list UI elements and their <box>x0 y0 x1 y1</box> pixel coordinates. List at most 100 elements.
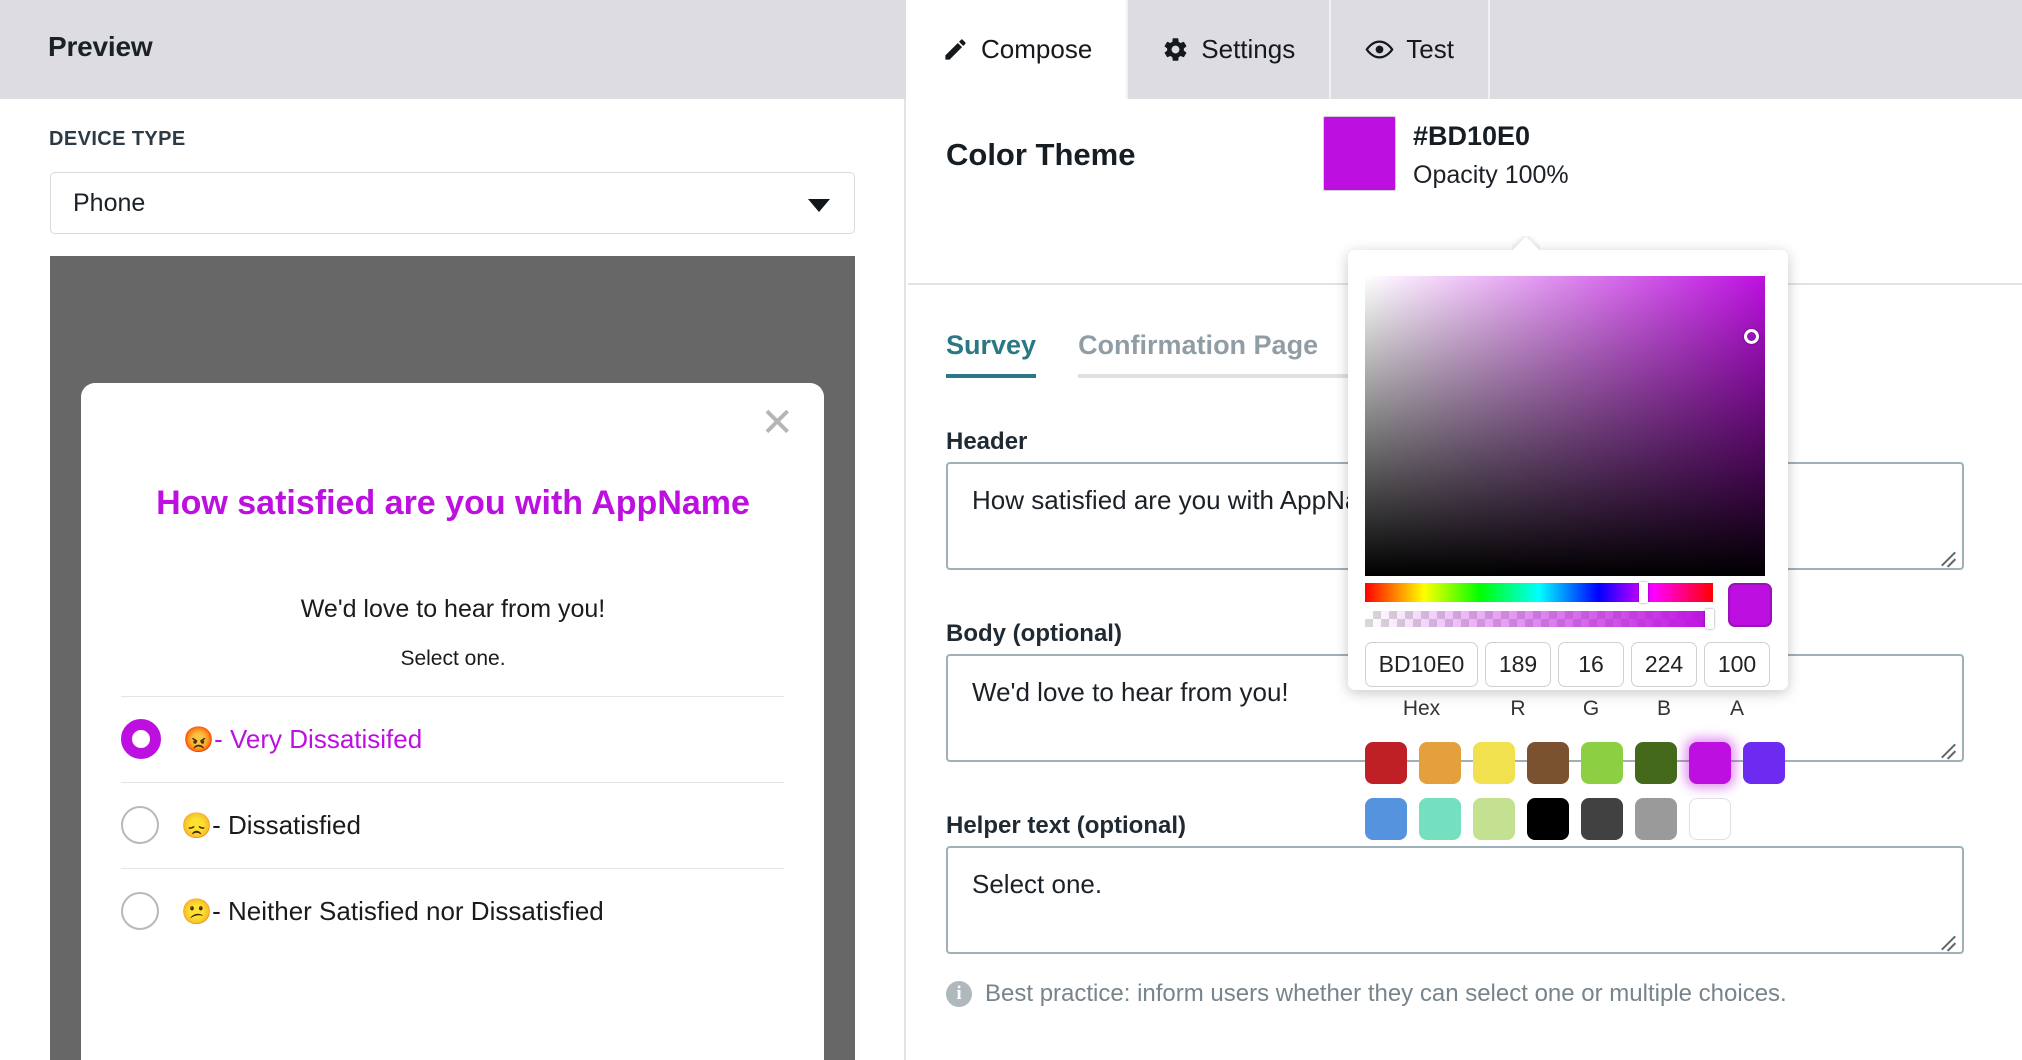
red-input[interactable]: 189 <box>1485 642 1551 687</box>
saturation-handle[interactable] <box>1744 329 1759 344</box>
red-input-caption: R <box>1510 697 1526 720</box>
palette-swatch-brown[interactable] <box>1527 742 1569 784</box>
angry-face-emoji: 😡 <box>183 725 215 754</box>
palette-swatch-white[interactable] <box>1689 798 1731 840</box>
alpha-slider[interactable] <box>1365 609 1714 629</box>
body-field-label: Body (optional) <box>946 620 1122 647</box>
hue-slider[interactable] <box>1365 582 1713 603</box>
palette-swatch-dark-green[interactable] <box>1635 742 1677 784</box>
palette-swatch-teal[interactable] <box>1419 798 1461 840</box>
device-type-label: DEVICE TYPE <box>49 128 186 150</box>
sad-face-emoji: 😞 <box>181 811 213 840</box>
survey-option-row[interactable]: 😡- Very Dissatisifed <box>121 696 784 782</box>
color-picker-popover: BD10E0 Hex 189 R 16 G 224 B 100 A <box>1348 250 1788 840</box>
survey-option-text: - Very Dissatisifed <box>214 723 423 754</box>
best-practice-note: i Best practice: inform users whether th… <box>946 980 1787 1008</box>
best-practice-note-text: Best practice: inform users whether they… <box>985 980 1787 1007</box>
tab-test[interactable]: Test <box>1331 0 1490 99</box>
chevron-down-icon <box>808 199 830 212</box>
alpha-input-caption: A <box>1729 697 1744 720</box>
resize-handle-icon[interactable] <box>1939 929 1959 952</box>
hue-slider-handle[interactable] <box>1639 582 1648 603</box>
resize-handle-icon[interactable] <box>1939 737 1959 760</box>
survey-option-label: 😕- Neither Satisfied nor Dissatisfied <box>181 896 604 927</box>
alpha-input[interactable]: 100 <box>1704 642 1770 687</box>
palette-swatch-red[interactable] <box>1365 742 1407 784</box>
blue-input-caption: B <box>1656 697 1671 720</box>
close-icon[interactable]: ✕ <box>760 403 794 443</box>
palette-swatch-pale-green[interactable] <box>1473 798 1515 840</box>
editor-tab-bar: Compose Settings Test <box>908 0 2022 99</box>
palette-swatch-black[interactable] <box>1527 798 1569 840</box>
device-type-value: Phone <box>73 189 146 217</box>
tab-compose[interactable]: Compose <box>908 0 1129 99</box>
helper-textarea-value: Select one. <box>972 869 1103 899</box>
palette-swatch-violet[interactable] <box>1743 742 1785 784</box>
preview-header-bar: Preview <box>0 0 906 99</box>
current-color-preview <box>1728 583 1772 627</box>
survey-option-row[interactable]: 😞- Dissatisfied <box>121 782 784 868</box>
confused-face-emoji: 😕 <box>181 897 213 926</box>
helper-text-field-label: Helper text (optional) <box>946 812 1187 839</box>
palette-swatch-light-green[interactable] <box>1581 742 1623 784</box>
tab-settings[interactable]: Settings <box>1128 0 1332 99</box>
palette-swatch-orange[interactable] <box>1419 742 1461 784</box>
radio-button[interactable] <box>121 806 159 844</box>
color-theme-title: Color Theme <box>946 137 1136 172</box>
popover-arrow <box>1512 236 1540 250</box>
red-input-group: 189 R <box>1485 642 1551 721</box>
palette-swatch-blue[interactable] <box>1365 798 1407 840</box>
radio-button-selected[interactable] <box>121 719 161 759</box>
tab-label: Compose <box>981 34 1093 64</box>
preview-pane: Preview DEVICE TYPE Phone ✕ How satisfie… <box>0 0 906 1060</box>
tab-label: Settings <box>1201 34 1296 64</box>
body-textarea-value: We'd love to hear from you! <box>972 677 1289 707</box>
blue-input[interactable]: 224 <box>1631 642 1697 687</box>
palette-swatch-gray[interactable] <box>1635 798 1677 840</box>
device-type-select[interactable]: Phone <box>50 172 855 234</box>
hex-input-caption: Hex <box>1402 697 1441 720</box>
eye-icon <box>1365 35 1394 64</box>
survey-card: ✕ How satisfied are you with AppName We'… <box>81 383 824 1060</box>
phone-preview-frame: ✕ How satisfied are you with AppName We'… <box>50 256 855 1060</box>
header-field-label: Header <box>946 428 1028 455</box>
info-icon: i <box>946 981 972 1007</box>
survey-option-label: 😡- Very Dissatisifed <box>183 724 422 755</box>
survey-option-text: - Dissatisfied <box>212 809 361 840</box>
palette-swatch-magenta[interactable] <box>1689 742 1731 784</box>
tab-label: Test <box>1406 34 1454 64</box>
gear-icon <box>1162 36 1189 63</box>
color-theme-hex-value: #BD10E0 <box>1413 121 1531 151</box>
survey-option-text: - Neither Satisfied nor Dissatisfied <box>212 895 604 926</box>
palette-swatch-yellow[interactable] <box>1473 742 1515 784</box>
preset-color-palette <box>1365 742 1785 840</box>
alpha-slider-handle[interactable] <box>1705 609 1714 629</box>
app-root: Preview DEVICE TYPE Phone ✕ How satisfie… <box>0 0 2022 1060</box>
survey-card-title: How satisfied are you with AppName <box>156 484 750 522</box>
radio-button[interactable] <box>121 892 159 930</box>
helper-textarea[interactable]: Select one. <box>946 846 1964 954</box>
saturation-value-area[interactable] <box>1365 276 1765 576</box>
blue-input-group: 224 B <box>1631 642 1697 721</box>
green-input-group: 16 G <box>1558 642 1624 721</box>
color-theme-swatch-button[interactable] <box>1323 116 1396 191</box>
survey-option-label: 😞- Dissatisfied <box>181 810 361 841</box>
survey-option-row[interactable]: 😕- Neither Satisfied nor Dissatisfied <box>121 868 784 954</box>
hex-input-group: BD10E0 Hex <box>1365 642 1478 721</box>
subtab-confirmation-page[interactable]: Confirmation Page <box>1078 330 1379 378</box>
subtab-survey[interactable]: Survey <box>946 330 1037 378</box>
content-subtabs: Survey Confirmation Page <box>946 330 1379 378</box>
palette-swatch-dark-gray[interactable] <box>1581 798 1623 840</box>
green-input[interactable]: 16 <box>1558 642 1624 687</box>
pencil-icon <box>942 36 969 63</box>
header-textarea-value: How satisfied are you with AppName <box>972 485 1396 515</box>
color-theme-opacity-value: Opacity 100% <box>1413 161 1569 189</box>
hex-input[interactable]: BD10E0 <box>1365 642 1478 687</box>
survey-card-body: We'd love to hear from you! <box>300 595 606 623</box>
alpha-input-group: 100 A <box>1704 642 1770 721</box>
color-input-fields: BD10E0 Hex 189 R 16 G 224 B 100 A <box>1365 642 1775 721</box>
survey-card-helper: Select one. <box>400 647 506 670</box>
resize-handle-icon[interactable] <box>1939 545 1959 568</box>
green-input-caption: G <box>1582 697 1600 720</box>
page-title: Preview <box>48 31 153 62</box>
